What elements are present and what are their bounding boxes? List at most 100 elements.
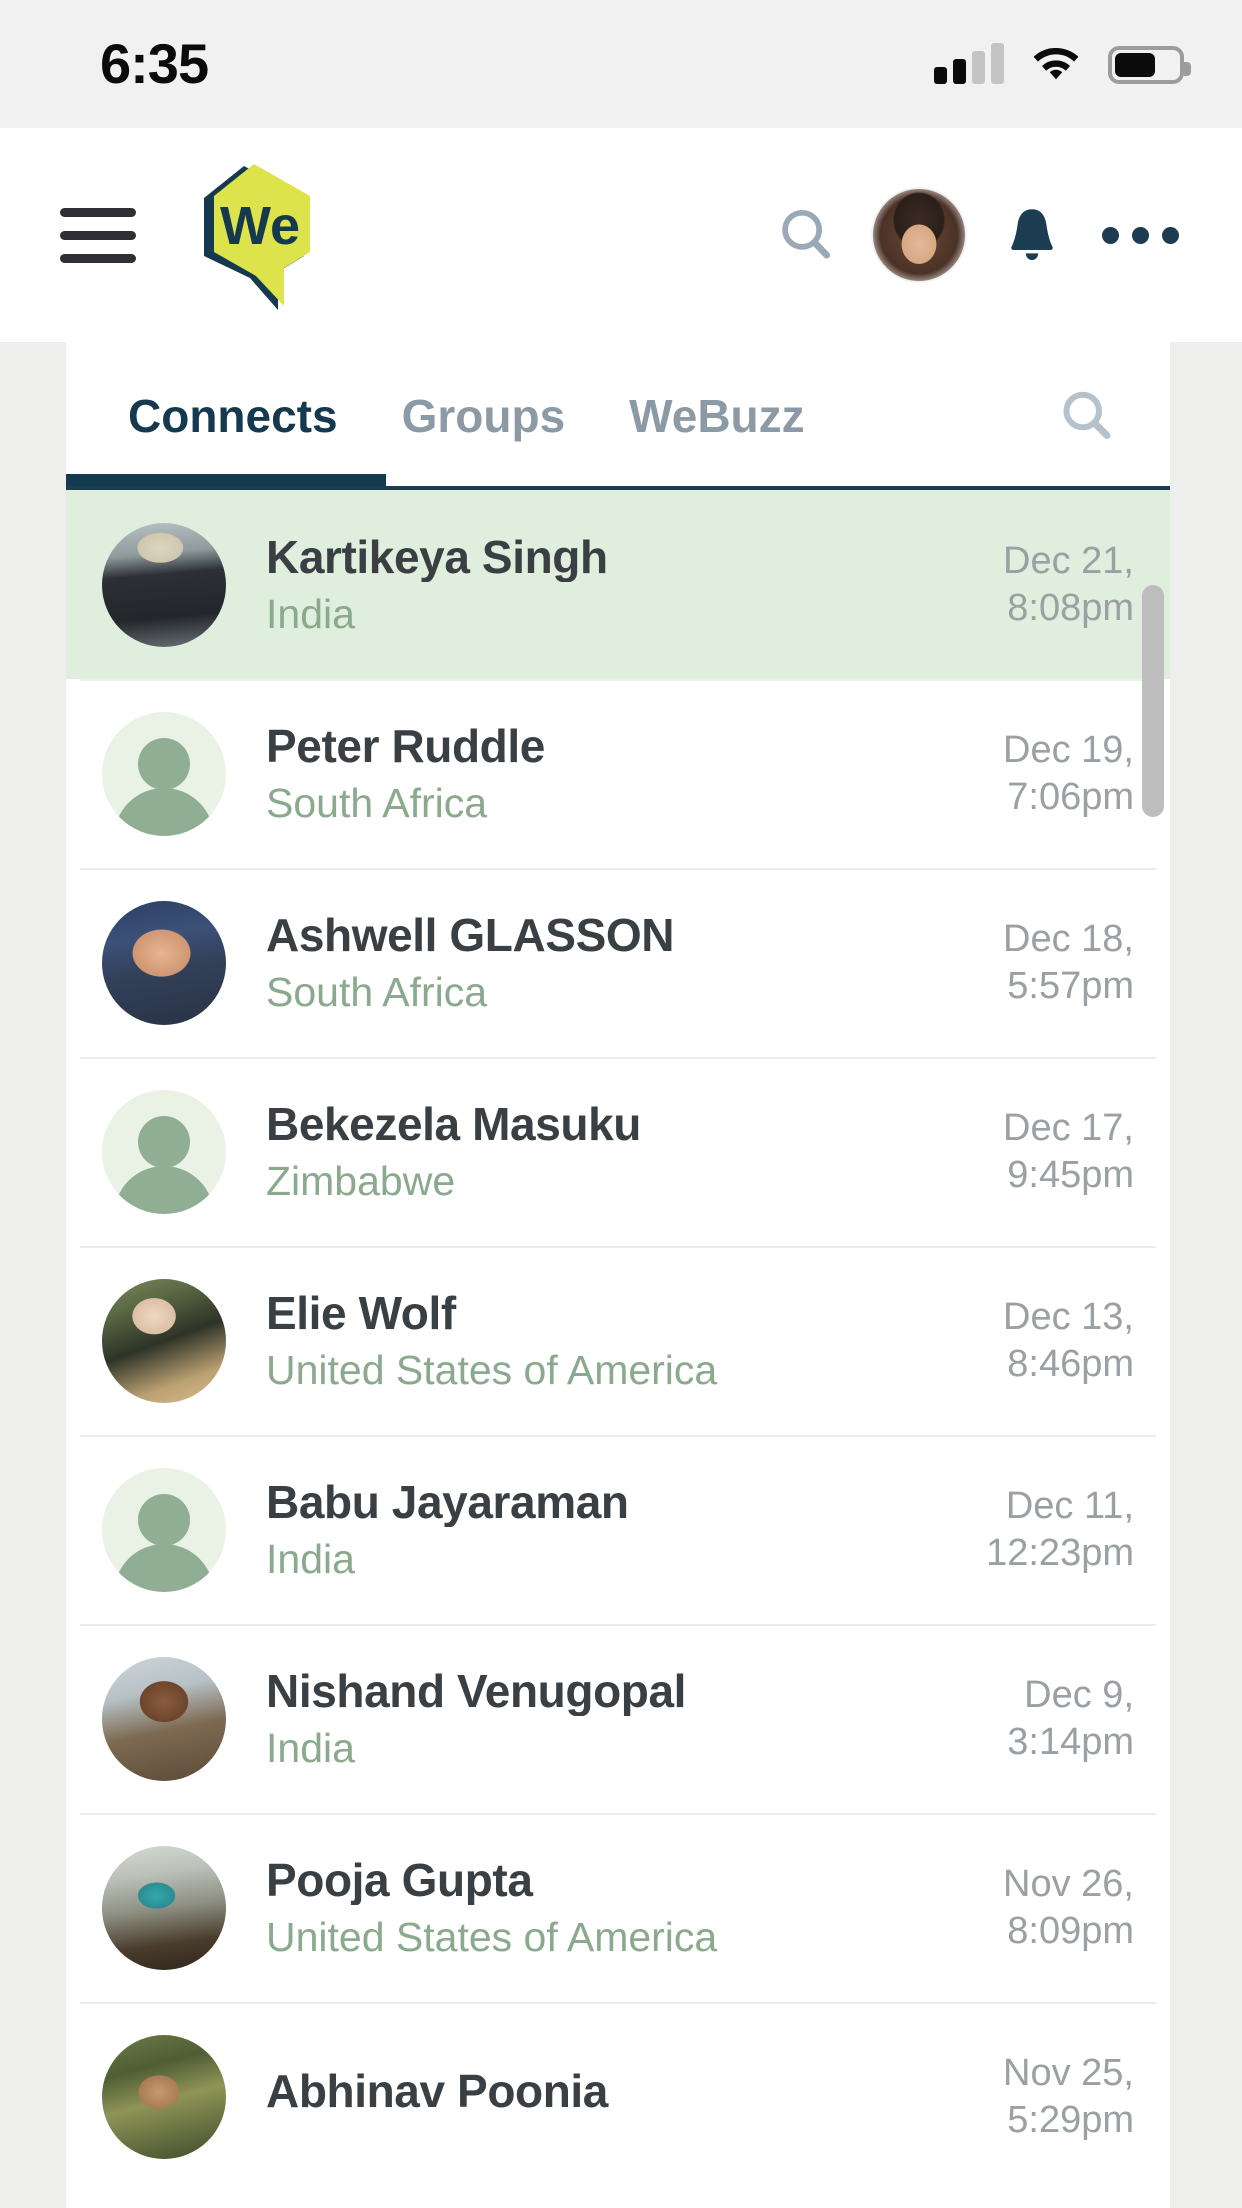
app-screen: 6:35 We Connects Groups WeBuzz Kartikeya… <box>0 0 1242 2208</box>
list-item-name: Babu Jayaraman <box>266 1477 629 1528</box>
list-item-date: Nov 25, <box>1003 2052 1134 2095</box>
list-item-name: Peter Ruddle <box>266 721 545 772</box>
list-item-date: Dec 19, <box>1003 729 1134 772</box>
list-item-time: 7:06pm <box>1007 775 1134 818</box>
list-item-date: Dec 21, <box>1003 540 1134 583</box>
list-item-name: Abhinav Poonia <box>266 2066 608 2117</box>
list-scrollbar[interactable] <box>1142 342 1164 2208</box>
scrollbar-thumb[interactable] <box>1142 585 1164 817</box>
list-item-time: 3:14pm <box>1007 1720 1134 1763</box>
connects-card: Connects Groups WeBuzz Kartikeya Singh I… <box>66 342 1170 2208</box>
avatar <box>102 1278 226 1403</box>
list-item[interactable]: Ashwell GLASSON South Africa Dec 18, 5:5… <box>66 868 1170 1057</box>
avatar <box>102 711 226 836</box>
status-bar-indicators <box>934 43 1191 84</box>
list-item-info: Ashwell GLASSON South Africa <box>226 911 944 1015</box>
list-item-timestamp: Dec 18, 5:57pm <box>944 916 1134 1009</box>
list-search-button[interactable] <box>1044 386 1130 446</box>
list-item[interactable]: Elie Wolf United States of America Dec 1… <box>66 1246 1170 1435</box>
header-search-button[interactable] <box>752 204 860 266</box>
wifi-icon <box>1033 47 1079 80</box>
profile-avatar-button[interactable] <box>860 189 978 281</box>
list-item-time: 8:46pm <box>1007 1342 1134 1385</box>
avatar <box>102 900 226 1025</box>
list-item-time: 9:45pm <box>1007 1153 1134 1196</box>
list-item-timestamp: Dec 11, 12:23pm <box>944 1483 1134 1576</box>
list-item-location: India <box>266 1536 355 1583</box>
list-item-info: Elie Wolf United States of America <box>226 1289 944 1393</box>
tab-groups[interactable]: Groups <box>370 342 598 490</box>
list-item[interactable]: Bekezela Masuku Zimbabwe Dec 17, 9:45pm <box>66 1057 1170 1246</box>
notifications-button[interactable] <box>978 204 1086 266</box>
status-bar: 6:35 <box>0 0 1242 128</box>
status-bar-clock: 6:35 <box>100 32 209 95</box>
bell-icon <box>1011 209 1053 261</box>
list-item-location: United States of America <box>266 1347 718 1394</box>
we-logo-text: We <box>220 196 300 256</box>
list-item-info: Pooja Gupta United States of America <box>226 1856 944 1960</box>
list-item[interactable]: Nishand Venugopal India Dec 9, 3:14pm <box>66 1624 1170 1813</box>
list-item-date: Nov 26, <box>1003 1863 1134 1906</box>
list-item-location: India <box>266 591 355 638</box>
list-item[interactable]: Pooja Gupta United States of America Nov… <box>66 1813 1170 2002</box>
avatar <box>873 189 965 281</box>
search-icon <box>782 209 831 259</box>
avatar <box>102 1845 226 1970</box>
list-item-timestamp: Nov 25, 5:29pm <box>944 2050 1134 2143</box>
list-item-date: Dec 9, <box>1024 1674 1134 1717</box>
we-logo[interactable]: We <box>188 160 318 310</box>
avatar <box>102 1656 226 1781</box>
list-item-info: Babu Jayaraman India <box>226 1478 944 1582</box>
hamburger-menu-icon[interactable] <box>60 207 136 263</box>
list-item[interactable]: Kartikeya Singh India Dec 21, 8:08pm <box>66 490 1170 679</box>
list-item-location: Zimbabwe <box>266 1158 456 1205</box>
list-item-timestamp: Dec 13, 8:46pm <box>944 1294 1134 1387</box>
list-item[interactable]: Abhinav Poonia Nov 25, 5:29pm <box>66 2002 1170 2191</box>
list-item-time: 8:09pm <box>1007 1909 1134 1952</box>
battery-icon <box>1108 46 1191 84</box>
list-item-name: Pooja Gupta <box>266 1855 533 1906</box>
cellular-signal-icon <box>934 43 1004 84</box>
list-item[interactable]: Babu Jayaraman India Dec 11, 12:23pm <box>66 1435 1170 1624</box>
list-item-date: Dec 17, <box>1003 1107 1134 1150</box>
avatar <box>102 1089 226 1214</box>
app-header-actions <box>752 189 1194 281</box>
list-item-info: Nishand Venugopal India <box>226 1667 944 1771</box>
list-item-timestamp: Nov 26, 8:09pm <box>944 1861 1134 1954</box>
list-item-time: 8:08pm <box>1007 586 1134 629</box>
tab-webuzz[interactable]: WeBuzz <box>597 342 837 490</box>
list-item-name: Nishand Venugopal <box>266 1666 687 1717</box>
list-item-location: India <box>266 1725 355 1772</box>
list-item-name: Kartikeya Singh <box>266 532 608 583</box>
connects-list: Kartikeya Singh India Dec 21, 8:08pm Pet… <box>66 490 1170 2191</box>
list-item-location: South Africa <box>266 969 488 1016</box>
list-item-info: Peter Ruddle South Africa <box>226 722 944 826</box>
list-item-time: 5:57pm <box>1007 964 1134 1007</box>
list-item-date: Dec 18, <box>1003 918 1134 961</box>
list-item-info: Abhinav Poonia <box>226 2067 944 2127</box>
avatar <box>102 522 226 647</box>
list-item-date: Dec 13, <box>1003 1296 1134 1339</box>
list-item-time: 12:23pm <box>986 1531 1134 1574</box>
tab-bar: Connects Groups WeBuzz <box>66 342 1170 490</box>
list-item-name: Ashwell GLASSON <box>266 910 675 961</box>
list-item-info: Bekezela Masuku Zimbabwe <box>226 1100 944 1204</box>
tab-connects[interactable]: Connects <box>66 342 386 490</box>
list-item-timestamp: Dec 9, 3:14pm <box>944 1672 1134 1765</box>
list-item-name: Bekezela Masuku <box>266 1099 641 1150</box>
list-item-info: Kartikeya Singh India <box>226 533 944 637</box>
list-item-timestamp: Dec 19, 7:06pm <box>944 727 1134 820</box>
search-icon <box>1063 391 1111 439</box>
list-item-time: 5:29pm <box>1007 2098 1134 2141</box>
app-header: We <box>0 128 1242 342</box>
list-item[interactable]: Peter Ruddle South Africa Dec 19, 7:06pm <box>66 679 1170 868</box>
list-item-location: South Africa <box>266 780 488 827</box>
more-options-button[interactable] <box>1086 226 1194 244</box>
list-item-date: Dec 11, <box>1005 1485 1134 1528</box>
avatar <box>102 1467 226 1592</box>
list-item-timestamp: Dec 21, 8:08pm <box>944 538 1134 631</box>
avatar <box>102 2034 226 2159</box>
list-item-name: Elie Wolf <box>266 1288 456 1339</box>
more-options-icon <box>1101 226 1179 244</box>
list-item-location: United States of America <box>266 1914 718 1961</box>
